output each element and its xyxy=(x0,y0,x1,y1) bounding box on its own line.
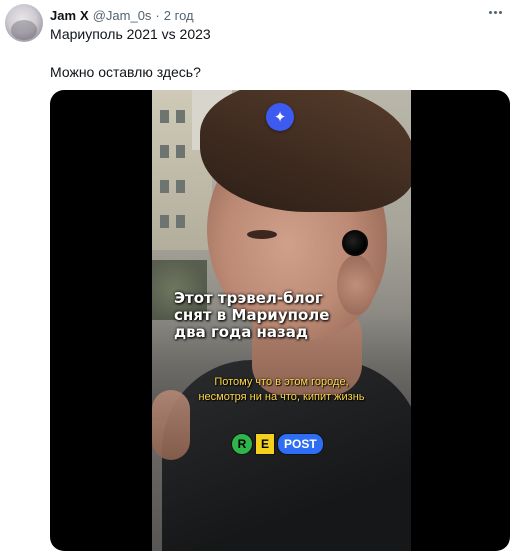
tweet-text-line-1: Мариуполь 2021 vs 2023 xyxy=(50,26,211,42)
avatar-shade xyxy=(11,20,37,40)
caption-sub-line: Потому что в этом городе, xyxy=(214,376,349,388)
author-name[interactable]: Jam xyxy=(50,8,76,23)
separator: · xyxy=(155,7,160,23)
video-caption-main: Этот трэвел-блог снят в Мариуполе два го… xyxy=(174,290,404,341)
sparkle-glyph: ✦ xyxy=(273,108,287,126)
author-badge: X xyxy=(80,7,89,23)
avatar[interactable] xyxy=(5,4,43,42)
tweet-header: Jam X @Jam_0s · 2 год xyxy=(50,6,194,24)
caption-main-line: снят в Мариуполе xyxy=(174,306,330,324)
caption-main-line: Этот трэвел-блог xyxy=(174,289,323,307)
video-player[interactable]: ✦ Этот трэвел-блог снят в Мариуполе два … xyxy=(50,90,510,551)
repost-logo: R E POST xyxy=(231,432,324,455)
video-frame[interactable]: ✦ Этот трэвел-блог снят в Мариуполе два … xyxy=(152,90,411,551)
repost-logo-e: E xyxy=(255,432,275,455)
repost-logo-post: POST xyxy=(277,432,324,455)
video-caption-sub: Потому что в этом городе, несмотря ни на… xyxy=(152,375,411,405)
caption-sub-line: несмотря ни на что, кипит жизнь xyxy=(198,391,365,403)
ear-plug xyxy=(342,230,368,256)
sparkle-icon[interactable]: ✦ xyxy=(266,103,294,131)
repost-logo-r: R xyxy=(231,432,253,455)
timestamp[interactable]: 2 год xyxy=(164,8,194,23)
person-eye xyxy=(247,230,277,239)
caption-main-line: два года назад xyxy=(174,323,308,341)
tweet-text-line-2: Можно оставлю здесь? xyxy=(50,64,201,80)
more-dots-icon[interactable] xyxy=(485,4,505,20)
author-handle[interactable]: @Jam_0s xyxy=(93,8,152,23)
